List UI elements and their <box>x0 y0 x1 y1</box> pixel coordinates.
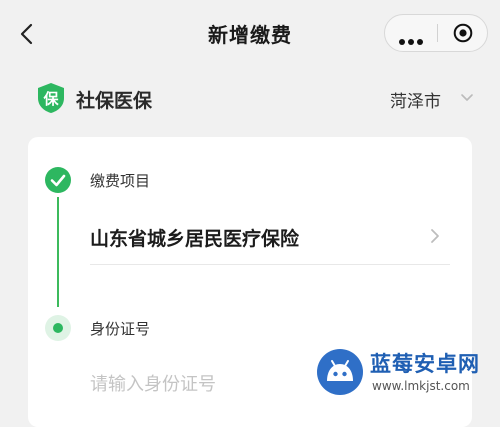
city-label: 菏泽市 <box>390 92 441 112</box>
more-button[interactable] <box>385 15 437 51</box>
shield-logo-icon: 保 <box>38 83 64 113</box>
payment-item-value: 山东省城乡居民医疗保险 <box>90 228 300 250</box>
check-circle-icon <box>45 167 71 193</box>
chevron-right-icon <box>431 229 439 243</box>
chevron-down-icon <box>461 94 473 101</box>
service-name: 社保医保 <box>76 90 153 112</box>
more-dots-icon <box>399 30 426 49</box>
mini-program-capsule <box>384 14 488 52</box>
close-button[interactable] <box>438 15 488 51</box>
target-close-icon <box>453 23 473 43</box>
watermark-url: www.lmkjst.com <box>372 379 470 393</box>
step-timeline <box>57 197 59 307</box>
nav-bar: 新增缴费 <box>0 0 500 68</box>
step-title-id-number: 身份证号 <box>90 320 151 338</box>
step-title-payment-item: 缴费项目 <box>90 172 151 190</box>
active-step-dot-icon <box>45 315 71 341</box>
city-selector[interactable]: 菏泽市 <box>390 87 473 113</box>
site-watermark: 蓝莓安卓网 www.lmkjst.com <box>312 346 500 400</box>
logo-char: 保 <box>42 90 59 108</box>
watermark-title: 蓝莓安卓网 <box>370 352 480 376</box>
payment-item-selector[interactable]: 山东省城乡居民医疗保险 <box>90 207 450 265</box>
android-robot-logo-icon <box>317 349 363 395</box>
